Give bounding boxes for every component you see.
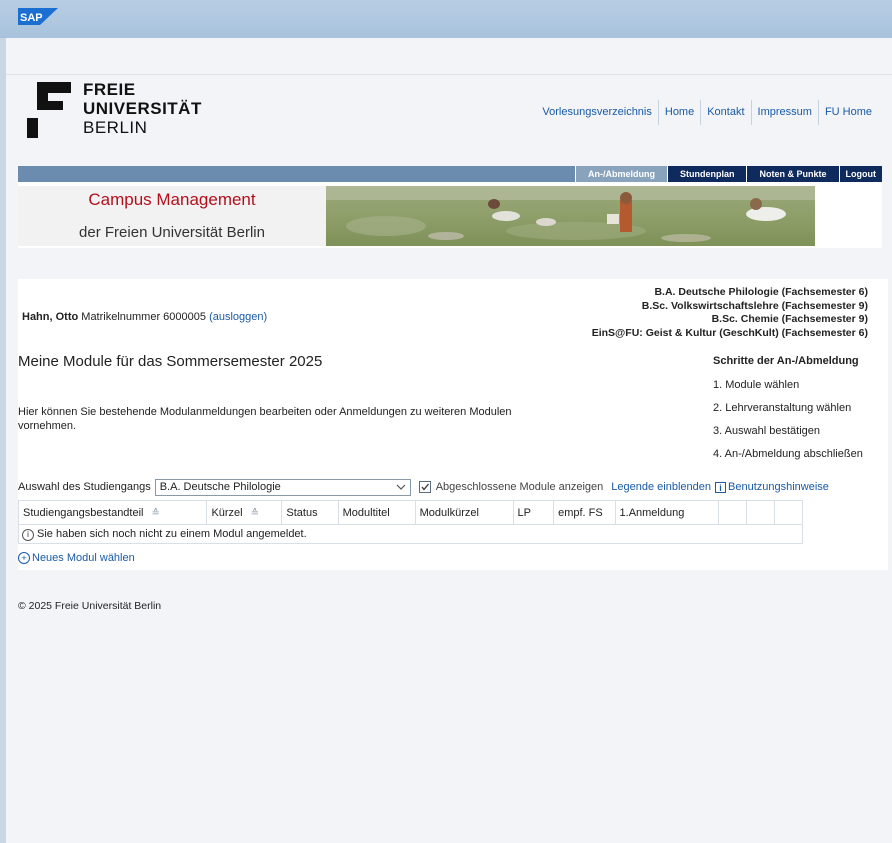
checkmark-icon [421, 483, 429, 491]
column-header-empf-fs[interactable]: empf. FS [553, 500, 616, 525]
table-row: i Sie haben sich noch nicht zu einem Modu… [18, 524, 803, 544]
show-completed-checkbox[interactable] [418, 481, 431, 493]
column-header-modultitel[interactable]: Modultitel [337, 500, 416, 525]
fu-logo-line3: BERLIN [83, 118, 148, 137]
column-header-kuerzel[interactable]: Kürzel ≙ [206, 500, 283, 525]
help-link[interactable]: Benutzungshinweise [728, 481, 829, 493]
filter-bar: Auswahl des Studiengangs B.A. Deutsche P… [18, 478, 829, 496]
empty-message: Sie haben sich noch nicht zu einem Modul… [37, 527, 307, 540]
banner-text-panel: Campus Management der Freien Universität… [18, 186, 326, 246]
program-item: B.Sc. Volkswirtschaftslehre (Fachsemeste… [641, 299, 868, 312]
study-programs: B.A. Deutsche Philologie (Fachsemester 6… [592, 286, 868, 340]
nav-home[interactable]: Home [657, 100, 700, 125]
sort-icon[interactable]: ≙ [151, 508, 159, 519]
column-header-extra [717, 500, 747, 525]
step-item: 4. An-/Abmeldung abschließen [713, 448, 863, 460]
program-select-value: B.A. Deutsche Philologie [159, 480, 281, 493]
fu-logo-line2: UNIVERSITÄT [83, 99, 202, 118]
banner-subtitle: der Freien Universität Berlin [79, 224, 265, 241]
table-header-row: Studiengangsbestandteil ≙ Kürzel ≙ Status … [17, 500, 804, 525]
column-header-lp[interactable]: LP [512, 500, 555, 525]
banner-photo [326, 186, 815, 246]
campus-banner: Campus Management der Freien Universität… [18, 182, 882, 248]
user-name: Hahn, Otto [22, 311, 79, 323]
nav-impressum[interactable]: Impressum [750, 100, 818, 125]
program-item: B.A. Deutsche Philologie (Fachsemester 6… [654, 286, 868, 298]
column-header-modulkuerzel[interactable]: Modulkürzel [414, 500, 514, 525]
column-header-studiengangsbestandteil[interactable]: Studiengangsbestandteil ≙ [17, 500, 208, 525]
main-menubar: An-/Abmeldung Stundenplan Noten & Punkte… [18, 166, 882, 182]
program-select-label: Auswahl des Studiengangs [18, 481, 151, 493]
column-header-extra [745, 500, 775, 525]
program-item: EinS@FU: Geist & Kultur (GeschKult) (Fac… [591, 326, 868, 339]
new-module-link[interactable]: + Neues Modul wählen [18, 552, 135, 564]
footer-copyright: © 2025 Freie Universität Berlin [18, 600, 162, 612]
nav-kontakt[interactable]: Kontakt [700, 100, 750, 125]
column-header-extra [773, 500, 804, 525]
new-module-label: Neues Modul wählen [32, 552, 135, 564]
user-matrikel: Matrikelnummer 6000005 [81, 311, 207, 323]
legend-link[interactable]: Legende einblenden [611, 481, 711, 493]
sap-header-bar: SAP [0, 0, 892, 38]
top-navigation: Vorlesungsverzeichnis Home Kontakt Impre… [536, 100, 878, 125]
menu-stundenplan[interactable]: Stundenplan [666, 166, 747, 182]
plus-circle-icon: + [18, 552, 30, 564]
program-select[interactable]: B.A. Deutsche Philologie [154, 478, 411, 496]
svg-text:SAP: SAP [20, 12, 43, 24]
fu-logo-text: FREIE UNIVERSITÄT BERLIN [83, 80, 202, 137]
menu-noten-punkte[interactable]: Noten & Punkte [746, 166, 839, 182]
sort-icon[interactable]: ≙ [251, 508, 259, 519]
menu-logout[interactable]: Logout [838, 166, 882, 182]
column-header-status[interactable]: Status [281, 500, 339, 525]
logout-link[interactable]: (ausloggen) [209, 311, 267, 323]
banner-title: Campus Management [88, 190, 256, 209]
empty-message-cell: i Sie haben sich noch nicht zu einem Modu… [18, 524, 803, 544]
chevron-down-icon [396, 484, 406, 490]
info-icon: i [715, 481, 726, 493]
step-item: 2. Lehrveranstaltung wählen [713, 402, 852, 414]
column-header-anmeldung[interactable]: 1.Anmeldung [614, 500, 719, 525]
info-circle-icon: i [22, 528, 34, 541]
nav-vorlesungsverzeichnis[interactable]: Vorlesungsverzeichnis [536, 100, 657, 125]
main-content: Hahn, Otto Matrikelnummer 6000005 (auslo… [17, 279, 888, 570]
fu-logo-mark-icon [27, 82, 71, 138]
nav-fu-home[interactable]: FU Home [817, 100, 878, 125]
step-item: 3. Auswahl bestätigen [713, 425, 821, 437]
show-completed-label: Abgeschlossene Module anzeigen [435, 481, 604, 493]
sap-logo: SAP [18, 8, 58, 25]
program-item: B.Sc. Chemie (Fachsemester 9) [711, 313, 868, 325]
fu-logo-line1: FREIE [83, 80, 136, 99]
menu-an-abmeldung[interactable]: An-/Abmeldung [574, 166, 667, 182]
page-description: Hier können Sie bestehende Modulanmeldun… [18, 406, 512, 432]
step-item: 1. Module wählen [713, 379, 800, 391]
registration-steps: Schritte der An-/Abmeldung 1. Module wäh… [713, 355, 863, 471]
header-divider [6, 74, 892, 75]
modules-table: Studiengangsbestandteil ≙ Kürzel ≙ Status … [17, 500, 804, 544]
user-info: Hahn, Otto Matrikelnummer 6000005 (auslo… [22, 311, 267, 323]
steps-title: Schritte der An-/Abmeldung [713, 355, 859, 367]
page-title: Meine Module für das Sommersemester 2025 [18, 353, 323, 370]
